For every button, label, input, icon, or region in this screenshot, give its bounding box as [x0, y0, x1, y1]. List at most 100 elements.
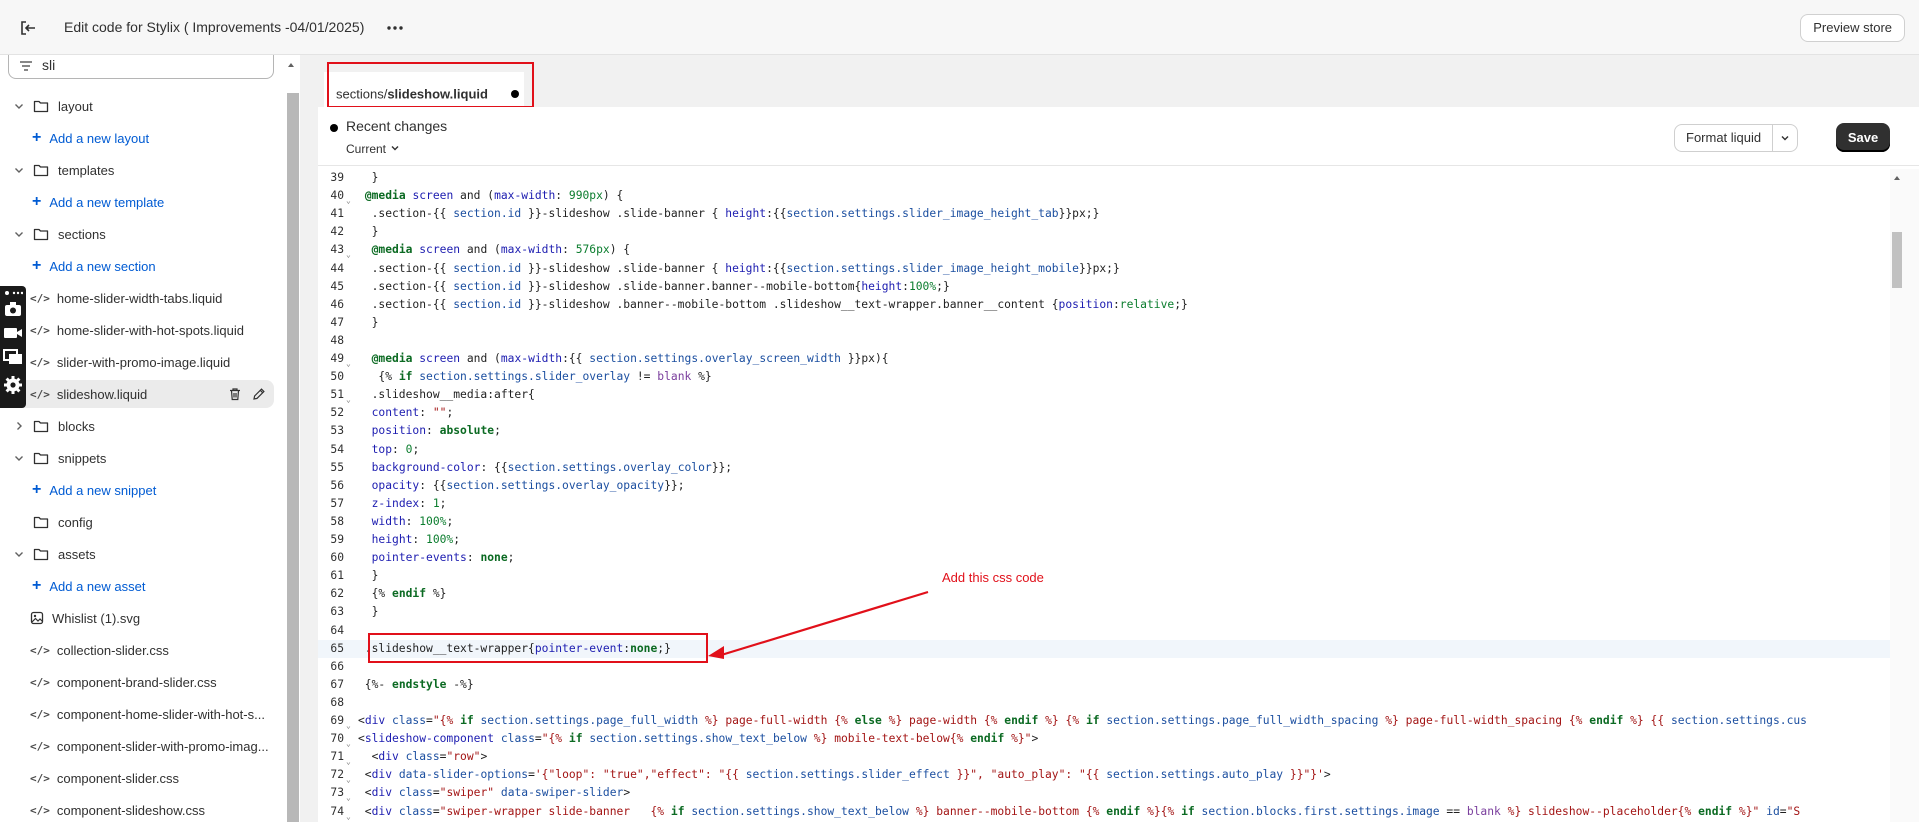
folder-icon [33, 228, 49, 241]
code-line[interactable]: 46 .section-{{ section.id }}-slideshow .… [318, 296, 1890, 314]
sidebar-item-label: component-home-slider-with-hot-s... [56, 706, 265, 722]
scroll-up-icon[interactable] [286, 60, 296, 70]
code-line[interactable]: 41 .section-{{ section.id }}-slideshow .… [318, 205, 1890, 223]
tab-strip: sections/slideshow.liquid [318, 62, 1918, 107]
sidebar-file-item[interactable]: </> collection-slider.css [8, 636, 274, 664]
line-number: 46 [330, 297, 344, 311]
sidebar-file-item[interactable]: Whislist (1).svg [8, 604, 274, 632]
code-line[interactable]: 43 ⌄ @media screen and (max-width: 576px)… [318, 241, 1890, 259]
sidebar-folder-layout[interactable]: layout [8, 92, 274, 120]
sidebar-file-item[interactable]: </> component-slider.css [8, 764, 274, 792]
trash-icon[interactable] [228, 387, 242, 401]
code-line[interactable]: 71 ⌄ <div class="row"> [318, 748, 1890, 766]
code-line[interactable]: 49 ⌄ @media screen and (max-width:{{ sect… [318, 350, 1890, 368]
code-line[interactable]: 61 } [318, 567, 1890, 585]
code-line[interactable]: 48 [318, 332, 1890, 350]
code-line[interactable]: 47 } [318, 314, 1890, 332]
code-line[interactable]: 59 height: 100%; [318, 531, 1890, 549]
code-line[interactable]: 60 pointer-events: none; [318, 549, 1890, 567]
line-number: 45 [330, 279, 344, 293]
sidebar-item-label: Add a new section [49, 258, 156, 274]
sidebar-add-link[interactable]: + Add a new snippet [8, 476, 274, 504]
code-line[interactable]: 52 content: ""; [318, 404, 1890, 422]
page-title: Edit code for Stylix ( Improvements -04/… [64, 19, 365, 35]
screens-icon[interactable] [3, 348, 23, 366]
file-search-input[interactable]: sli [8, 55, 274, 79]
code-text: } [358, 569, 379, 583]
pencil-icon[interactable] [252, 387, 266, 401]
exit-icon[interactable] [18, 18, 38, 38]
code-line[interactable]: 53 position: absolute; [318, 422, 1890, 440]
code-line[interactable]: 39 } [318, 169, 1890, 187]
sidebar-add-link[interactable]: + Add a new asset [8, 572, 274, 600]
line-number: 48 [330, 333, 344, 347]
gear-icon[interactable] [3, 374, 23, 396]
version-dropdown[interactable]: Current [346, 142, 400, 156]
format-liquid-button[interactable]: Format liquid [1675, 125, 1774, 151]
chevron-down-icon [15, 168, 23, 173]
code-text: {% endif %} [358, 587, 447, 601]
sidebar-file-item[interactable]: </> component-brand-slider.css [8, 668, 274, 696]
code-line[interactable]: 72 ⌄ <div data-slider-options='{"loop": "… [318, 766, 1890, 784]
code-line[interactable]: 44 .section-{{ section.id }}-slideshow .… [318, 260, 1890, 278]
sidebar-folder-templates[interactable]: templates [8, 156, 274, 184]
sidebar-file-item[interactable]: </> component-home-slider-with-hot-s... [8, 700, 274, 728]
sidebar-file-item[interactable]: </> component-slideshow.css [8, 796, 274, 822]
code-line[interactable]: 62 {% endif %} [318, 585, 1890, 603]
format-options-button[interactable] [1773, 125, 1797, 151]
code-line[interactable]: 40 ⌄ @media screen and (max-width: 990px)… [318, 187, 1890, 205]
code-line[interactable]: 68 [318, 694, 1890, 712]
sidebar-scrollbar-thumb[interactable] [287, 93, 299, 822]
sidebar-folder-sections[interactable]: sections [8, 220, 274, 248]
video-icon[interactable] [3, 324, 23, 342]
sidebar-file-item[interactable]: </> home-slider-width-tabs.liquid [8, 284, 274, 312]
code-line[interactable]: 45 .section-{{ section.id }}-slideshow .… [318, 278, 1890, 296]
code-line[interactable]: 58 width: 100%; [318, 513, 1890, 531]
sidebar-add-link[interactable]: + Add a new section [8, 252, 274, 280]
sidebar-file-item[interactable]: </> component-slider-with-promo-imag... [8, 732, 274, 760]
sidebar-item-label: home-slider-width-tabs.liquid [56, 290, 223, 306]
line-number: 43 [330, 243, 344, 257]
code-line[interactable]: 54 top: 0; [318, 441, 1890, 459]
sidebar-add-link[interactable]: + Add a new layout [8, 124, 274, 152]
camera-icon[interactable] [3, 300, 23, 318]
code-line[interactable]: 51 ⌄ .slideshow__media:after{ [318, 386, 1890, 404]
sidebar-item-label: component-slider.css [56, 770, 179, 786]
line-number: 55 [330, 460, 344, 474]
code-scrollbar-thumb[interactable] [1892, 232, 1902, 288]
sidebar-folder-blocks[interactable]: blocks [8, 412, 274, 440]
code-line[interactable]: 50 {% if section.settings.slider_overlay… [318, 368, 1890, 386]
link-icon[interactable] [3, 288, 23, 298]
file-search-value: sli [42, 57, 56, 73]
save-button[interactable]: Save [1836, 123, 1890, 152]
code-line[interactable]: 69 ⌄ <div class="{% if section.settings.pa… [318, 712, 1890, 730]
code-line[interactable]: 56 opacity: {{section.settings.overlay_o… [318, 477, 1890, 495]
sidebar-folder-config[interactable]: config [8, 508, 274, 536]
sidebar-file-item[interactable]: </> slideshow.liquid [8, 380, 274, 408]
editor-divider [318, 165, 1919, 166]
editor-panel: Recent changes Current Format liquid Sav… [318, 107, 1919, 822]
preview-store-button[interactable]: Preview store [1800, 14, 1905, 42]
code-line[interactable]: 70 ⌄ <slideshow-component class="{% if sec… [318, 730, 1890, 748]
sidebar-folder-snippets[interactable]: snippets [8, 444, 274, 472]
more-horizontal-icon[interactable] [384, 17, 406, 39]
plus-icon: + [32, 129, 42, 146]
image-file-icon [30, 611, 44, 625]
sidebar-file-item[interactable]: </> slider-with-promo-image.liquid [8, 348, 274, 376]
sidebar-add-link[interactable]: + Add a new template [8, 188, 274, 216]
code-line[interactable]: 57 z-index: 1; [318, 495, 1890, 513]
sidebar-file-item[interactable]: </> home-slider-with-hot-spots.liquid [8, 316, 274, 344]
code-line[interactable]: 63 } [318, 603, 1890, 621]
code-editor[interactable]: 39 } 40 ⌄ @media screen and (max-width: 99… [318, 169, 1890, 822]
fold-chevron-icon[interactable]: ⌄ [346, 808, 351, 822]
code-line[interactable]: 67 {%- endstyle -%} [318, 676, 1890, 694]
chevron-down-icon [15, 456, 23, 461]
code-line[interactable]: 42 } [318, 223, 1890, 241]
sidebar-folder-assets[interactable]: assets [8, 540, 274, 568]
scroll-up-icon[interactable] [1892, 174, 1902, 182]
code-text: .section-{{ section.id }}-slideshow .sli… [358, 207, 1100, 221]
code-line[interactable]: 73 ⌄ <div class="swiper" data-swiper-slid… [318, 784, 1890, 802]
line-number: 68 [330, 695, 344, 709]
code-line[interactable]: 74 ⌄ <div class="swiper-wrapper slide-ban… [318, 803, 1890, 821]
code-line[interactable]: 55 background-color: {{section.settings.… [318, 459, 1890, 477]
